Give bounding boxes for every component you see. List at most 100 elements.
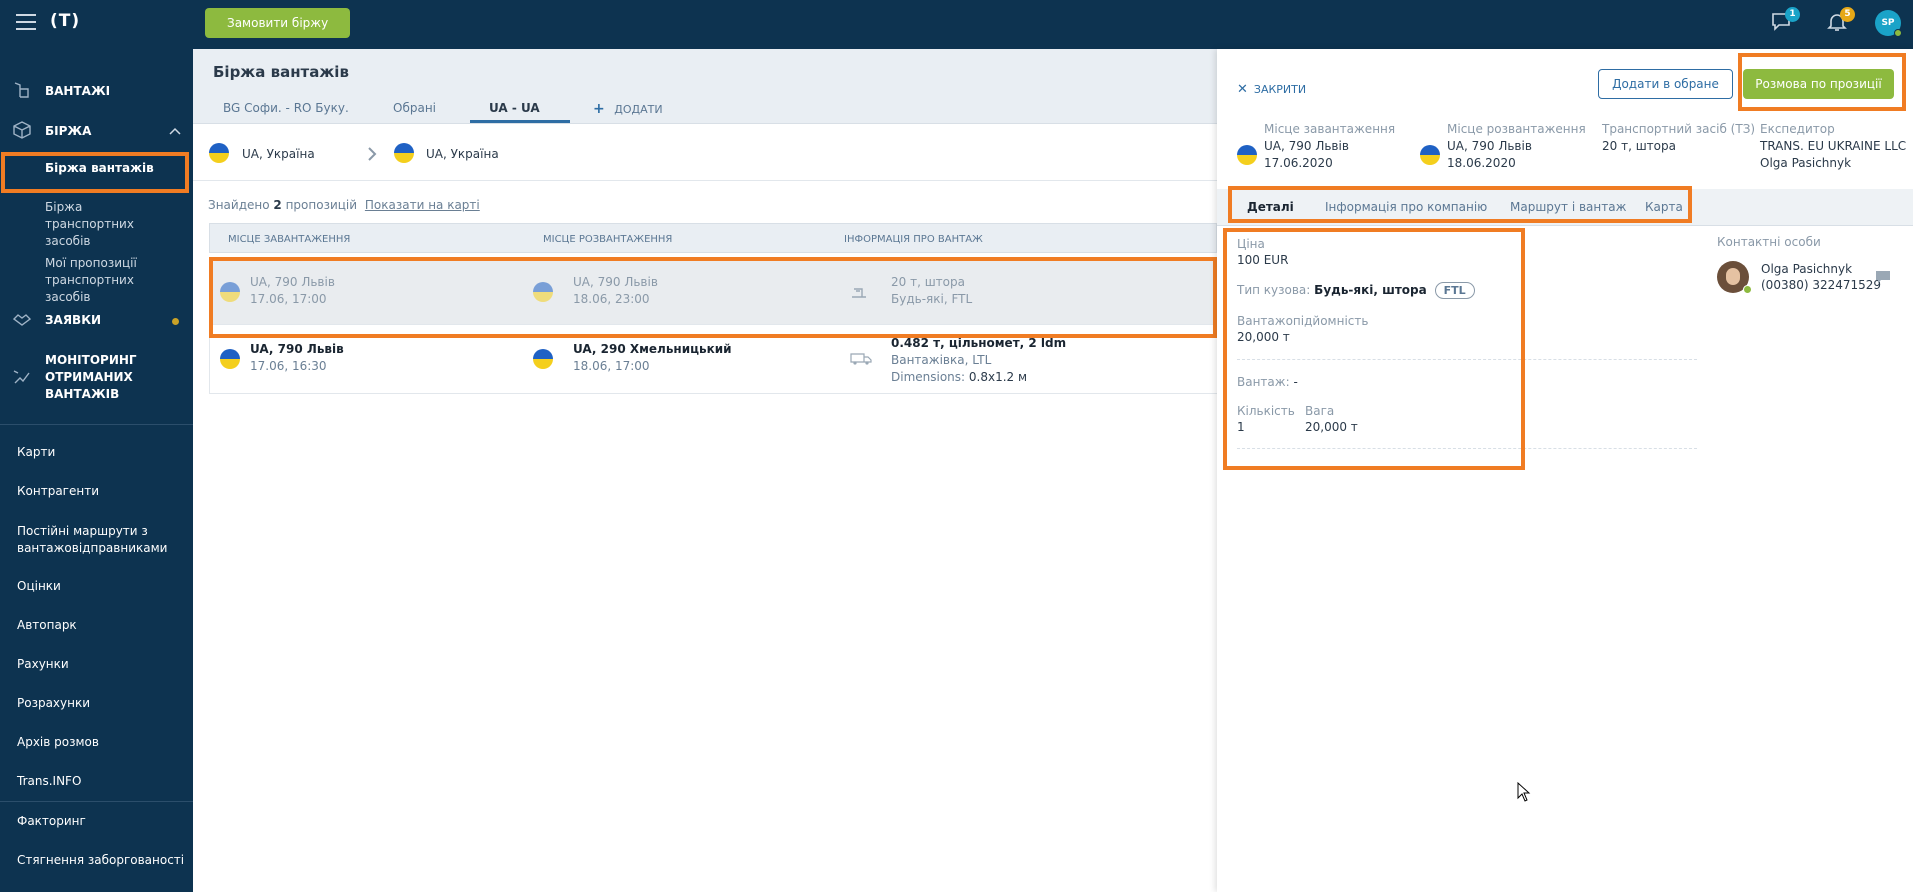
page-title: Біржа вантажів	[213, 63, 349, 81]
unload-place-city: UA, 790 Львів	[1447, 139, 1532, 153]
price-value: 100 EUR	[1237, 253, 1289, 267]
table-row[interactable]: UA, 790 Львів 17.06, 17:00 UA, 790 Львів…	[209, 259, 1217, 325]
logo[interactable]: (T)	[50, 11, 80, 31]
message-icon[interactable]	[1875, 270, 1891, 284]
sidebar-link-chat-archive[interactable]: Архів розмов	[0, 735, 193, 749]
unload-place-label: Місце розвантаження	[1447, 122, 1586, 136]
sidebar-link-debt-collection[interactable]: Стягнення заборгованості	[0, 853, 193, 867]
sidebar-link-label: Рахунки	[17, 657, 69, 671]
offer-detail-panel: ✕ ЗАКРИТИ Додати в обране Розмова по проз…	[1217, 49, 1913, 892]
sidebar-section-orders[interactable]: ЗАЯВКИ	[0, 310, 193, 334]
ukraine-flag-icon	[209, 143, 229, 163]
sidebar-item-my-offers[interactable]: Мої пропозиції транспортних засобів	[0, 255, 193, 304]
sidebar-item-label: Біржа вантажів	[45, 161, 154, 175]
show-on-map-link[interactable]: Показати на карті	[365, 198, 480, 212]
chat-icon[interactable]: 1	[1771, 7, 1800, 32]
start-conversation-button[interactable]: Розмова по прозиції	[1743, 69, 1894, 99]
orders-indicator-dot	[172, 318, 179, 325]
ukraine-flag-icon	[533, 282, 553, 302]
sidebar-section-exchange[interactable]: БІРЖА	[0, 121, 193, 145]
tab-details[interactable]: Деталі	[1247, 200, 1294, 214]
tab-bg-ro[interactable]: BG Софи. - RO Буку.	[223, 101, 349, 115]
forwarder-label: Експедитор	[1760, 122, 1835, 136]
curtain-truck-icon	[852, 288, 866, 298]
contact-phone[interactable]: (00380) 322471529	[1761, 278, 1881, 292]
sidebar-item-cargo-exchange[interactable]: Біржа вантажів	[0, 152, 193, 188]
capacity-label: Вантажопідйомність	[1237, 314, 1369, 328]
found-count: 2	[273, 198, 282, 212]
cargo-type: Будь-які, FTL	[891, 292, 973, 306]
avatar-initials: SP	[1881, 18, 1895, 28]
weight-label: Вага	[1305, 404, 1335, 418]
sidebar-divider	[0, 801, 193, 802]
sidebar-item-label: Біржа транспортних засобів	[45, 200, 134, 248]
contact-name[interactable]: Olga Pasichnyk	[1761, 262, 1852, 276]
weight-value: 20,000 т	[1305, 420, 1358, 434]
ukraine-flag-icon	[1420, 145, 1440, 165]
route-filter[interactable]: UA, Україна UA, Україна	[193, 125, 1217, 181]
cargo-info: 20 т, штора	[891, 275, 965, 289]
dimensions-label: Dimensions:	[891, 370, 966, 384]
cargo-row: Вантаж: -	[1237, 375, 1298, 389]
sidebar-link-routes[interactable]: Постійні маршрути з вантажовідправниками	[0, 523, 193, 557]
sidebar-link-settlements[interactable]: Розрахунки	[0, 696, 193, 710]
sidebar-link-contractors[interactable]: Контрагенти	[0, 484, 193, 498]
cargo-value: -	[1293, 375, 1298, 389]
quantity-label: Кількість	[1237, 404, 1295, 418]
menu-icon[interactable]	[16, 14, 36, 30]
found-prefix: Знайдено	[208, 198, 270, 212]
load-time: 17.06, 16:30	[250, 359, 327, 373]
sidebar-link-maps[interactable]: Карти	[0, 445, 193, 459]
sidebar-link-transinfo[interactable]: Trans.INFO	[0, 774, 193, 788]
load-time: 17.06, 17:00	[250, 292, 327, 306]
sidebar-section-label: ВАНТАЖІ	[45, 84, 111, 98]
online-status-dot	[1894, 29, 1902, 37]
tab-add[interactable]: + ДОДАТИ	[593, 101, 663, 117]
route-from: UA, Україна	[242, 147, 315, 161]
sidebar: ВАНТАЖІ БІРЖА Біржа вантажів Біржа транс…	[0, 49, 193, 892]
chevron-up-icon[interactable]	[169, 127, 181, 135]
close-button[interactable]: ✕ ЗАКРИТИ	[1237, 82, 1306, 97]
order-exchange-button[interactable]: Замовити біржу	[205, 8, 351, 38]
active-tab-indicator	[470, 120, 570, 123]
tab-route-cargo[interactable]: Маршрут і вантаж	[1510, 200, 1626, 214]
sidebar-link-fleet[interactable]: Автопарк	[0, 618, 193, 632]
sidebar-item-transport-exchange[interactable]: Біржа транспортних засобів	[0, 199, 193, 248]
main-content: Біржа вантажів BG Софи. - RO Буку. Обран…	[193, 49, 1217, 892]
sidebar-section-monitoring[interactable]: МОНІТОРИНГ ОТРИМАНИХ ВАНТАЖІВ	[0, 352, 193, 408]
sidebar-link-label: Карти	[17, 445, 56, 459]
top-bar: (T) Замовити біржу 1 5 SP	[0, 0, 1913, 49]
load-place-label: Місце завантаження	[1264, 122, 1396, 136]
unload-time: 18.06, 23:00	[573, 292, 650, 306]
contact-online-dot	[1743, 285, 1752, 294]
sidebar-section-label: ЗАЯВКИ	[45, 313, 102, 327]
sidebar-section-cargo[interactable]: ВАНТАЖІ	[0, 81, 193, 105]
sidebar-link-label: Розрахунки	[17, 696, 91, 710]
detail-tabs: Деталі Інформація про компанію Маршрут і…	[1217, 189, 1913, 226]
tab-map[interactable]: Карта	[1645, 200, 1683, 214]
truck-icon	[850, 353, 872, 365]
table-row[interactable]: UA, 790 Львів 17.06, 16:30 UA, 290 Хмель…	[209, 326, 1217, 394]
notifications-badge: 5	[1840, 7, 1855, 22]
add-to-favorites-button[interactable]: Додати в обране	[1598, 69, 1733, 99]
sidebar-item-label: Мої пропозиції транспортних засобів	[45, 256, 137, 304]
load-place-date: 17.06.2020	[1264, 156, 1333, 170]
forwarder-person[interactable]: Olga Pasichnyk	[1760, 155, 1851, 172]
ukraine-flag-icon	[533, 349, 553, 369]
sidebar-link-invoices[interactable]: Рахунки	[0, 657, 193, 671]
price-label: Ціна	[1237, 237, 1265, 251]
sidebar-link-ratings[interactable]: Оцінки	[0, 579, 193, 593]
tab-company-info[interactable]: Інформація про компанію	[1325, 200, 1487, 214]
body-type-value: Будь-які, штора	[1314, 283, 1427, 297]
box-icon	[13, 121, 31, 139]
tab-favorites[interactable]: Обрані	[393, 101, 436, 115]
sidebar-link-label: Постійні маршрути з вантажовідправниками	[17, 524, 168, 555]
ukraine-flag-icon	[220, 349, 240, 369]
tab-ua-ua[interactable]: UA - UA	[489, 101, 540, 115]
forwarder-company[interactable]: TRANS. EU UKRAINE LLC	[1760, 138, 1906, 155]
sidebar-link-factoring[interactable]: Факторинг	[0, 814, 193, 828]
sidebar-link-label: Стягнення заборгованості	[17, 853, 185, 867]
messages-badge: 1	[1785, 7, 1800, 22]
bell-icon[interactable]: 5	[1826, 7, 1855, 32]
user-avatar[interactable]: SP	[1875, 10, 1902, 37]
